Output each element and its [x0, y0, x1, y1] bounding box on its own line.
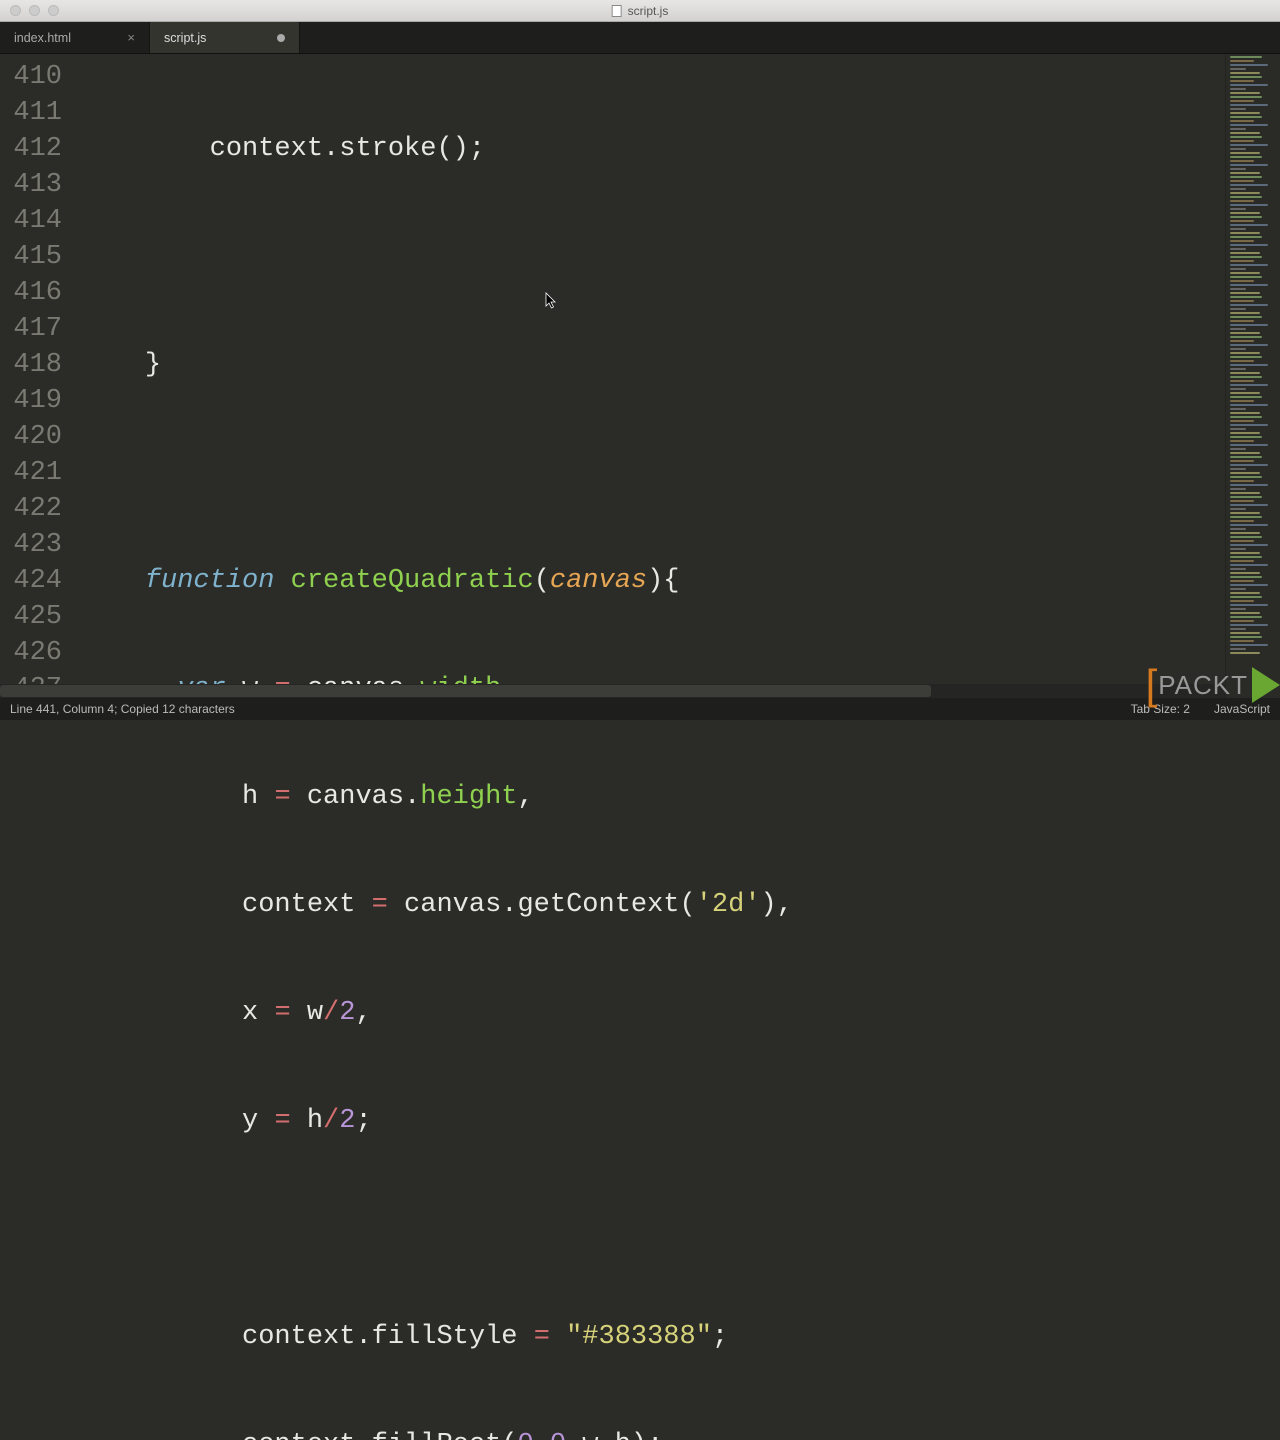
line-number: 424: [0, 563, 62, 599]
close-window-icon[interactable]: [10, 5, 21, 16]
tab-label: index.html: [14, 31, 71, 45]
document-icon: [612, 5, 622, 17]
code-content[interactable]: context.stroke(); } function createQuadr…: [80, 54, 1225, 698]
line-number: 426: [0, 635, 62, 671]
traffic-lights: [0, 5, 59, 16]
bracket-icon: [: [1146, 664, 1159, 706]
line-number: 412: [0, 131, 62, 167]
horizontal-scrollbar[interactable]: [0, 684, 1225, 698]
editor-area[interactable]: 4104114124134144154164174184194204214224…: [0, 54, 1280, 698]
line-number: 410: [0, 59, 62, 95]
line-number: 421: [0, 455, 62, 491]
line-number: 422: [0, 491, 62, 527]
packt-watermark: [ PACKT: [1146, 664, 1280, 706]
status-cursor-info: Line 441, Column 4; Copied 12 characters: [10, 702, 235, 716]
line-number: 419: [0, 383, 62, 419]
zoom-window-icon[interactable]: [48, 5, 59, 16]
close-icon[interactable]: ×: [127, 30, 135, 45]
tab-label: script.js: [164, 31, 206, 45]
tab-index-html[interactable]: index.html ×: [0, 22, 150, 53]
line-number: 420: [0, 419, 62, 455]
scrollbar-thumb[interactable]: [0, 685, 931, 697]
line-number: 411: [0, 95, 62, 131]
line-number: 418: [0, 347, 62, 383]
tab-script-js[interactable]: script.js: [150, 22, 300, 53]
dirty-indicator-icon: [277, 34, 285, 42]
window-titlebar: script.js: [0, 0, 1280, 22]
tab-bar: index.html × script.js: [0, 22, 1280, 54]
play-triangle-icon: [1252, 667, 1280, 703]
line-number: 416: [0, 275, 62, 311]
line-number: 413: [0, 167, 62, 203]
line-number: 423: [0, 527, 62, 563]
line-number: 417: [0, 311, 62, 347]
watermark-text: PACKT: [1158, 670, 1248, 701]
status-bar: Line 441, Column 4; Copied 12 characters…: [0, 698, 1280, 720]
line-number: 415: [0, 239, 62, 275]
line-gutter: 4104114124134144154164174184194204214224…: [0, 54, 80, 698]
window-title: script.js: [612, 4, 669, 18]
window-title-text: script.js: [628, 4, 669, 18]
minimap[interactable]: [1225, 54, 1280, 698]
line-number: 425: [0, 599, 62, 635]
minimize-window-icon[interactable]: [29, 5, 40, 16]
line-number: 414: [0, 203, 62, 239]
